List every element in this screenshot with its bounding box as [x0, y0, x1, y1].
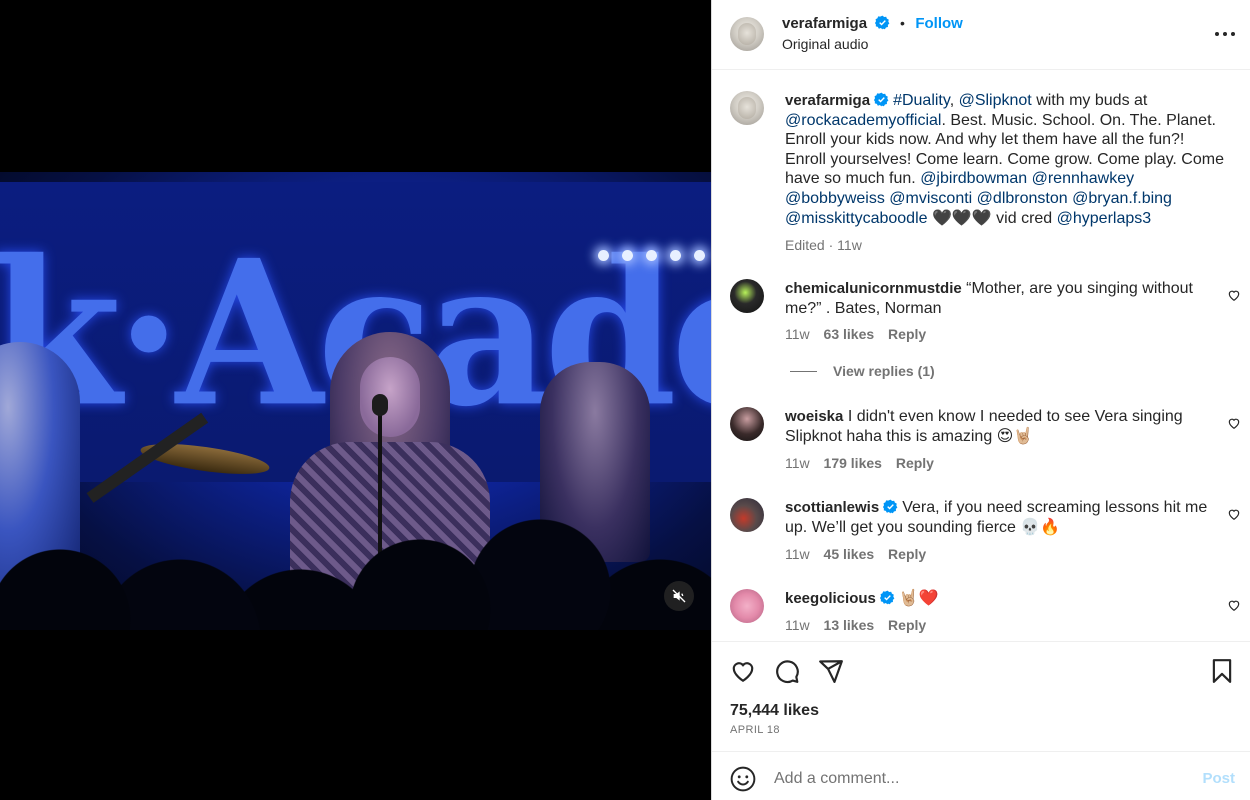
comment-input[interactable] [774, 766, 1194, 792]
comment-body: 🤘🏼❤️ [898, 590, 939, 607]
verified-badge-icon [879, 590, 895, 605]
caption-link[interactable]: @mvisconti [889, 190, 972, 207]
share-icon[interactable] [818, 658, 844, 684]
dot-separator: • [899, 15, 905, 31]
caption-link[interactable]: @misskittycaboodle [785, 210, 928, 227]
reply-button[interactable]: Reply [888, 617, 926, 633]
commenter-username[interactable]: scottianlewis [785, 499, 879, 516]
caption-link[interactable]: @bryan.f.bing [1072, 190, 1172, 207]
comment-icon[interactable] [774, 658, 800, 684]
post-header: verafarmiga • Follow Original audio [712, 0, 1250, 70]
replies-divider [790, 370, 817, 372]
comment-likes[interactable]: 13 likes [824, 617, 875, 633]
comment-likes[interactable]: 45 likes [824, 546, 875, 562]
comment-text: chemicalunicornmustdie “Mother, are you … [785, 279, 1225, 318]
caption-meta: Edited · 11w [785, 237, 862, 254]
caption-text-segment: 🖤🖤🖤 vid cred [927, 209, 1057, 227]
caption-text-segment: with my buds at [1031, 92, 1148, 109]
commenter-username[interactable]: chemicalunicornmustdie [785, 280, 962, 297]
commenter-avatar[interactable] [730, 589, 764, 623]
caption-time[interactable]: 11w [837, 237, 862, 253]
heart-icon[interactable] [730, 658, 756, 684]
video-player[interactable]: k·Acade [0, 172, 711, 630]
comment-body: I didn't even know I needed to see Vera … [785, 408, 1183, 445]
view-replies-label: View replies (1) [833, 363, 935, 379]
likes-count[interactable]: 75,444 likes [730, 702, 819, 720]
reply-button[interactable]: Reply [896, 455, 934, 471]
comment-text: scottianlewis Vera, if you need screaming… [785, 498, 1225, 537]
caption-link[interactable]: @dlbronston [977, 190, 1068, 207]
verified-badge-icon [874, 92, 889, 107]
emoji-icon[interactable] [730, 766, 756, 792]
view-replies-button[interactable]: View replies (1) [790, 363, 935, 379]
commenter-avatar[interactable] [730, 279, 764, 313]
comment-time[interactable]: 11w [785, 617, 810, 633]
post-date[interactable]: APRIL 18 [730, 724, 780, 736]
comment-meta: 11w 179 likes Reply [785, 455, 944, 471]
author-username[interactable]: verafarmiga [782, 15, 867, 32]
author-avatar[interactable] [730, 17, 764, 51]
comment-meta: 11w 63 likes Reply [785, 326, 936, 342]
caption-link[interactable]: @hyperlaps3 [1057, 210, 1152, 227]
reply-button[interactable]: Reply [888, 546, 926, 562]
bookmark-icon[interactable] [1209, 658, 1235, 684]
post-actions: 75,444 likes APRIL 18 [712, 641, 1250, 751]
caption-text-segment: , [949, 92, 959, 109]
author-info: verafarmiga • Follow Original audio [782, 15, 963, 52]
like-comment-icon[interactable] [1227, 288, 1241, 302]
crowd-silhouettes [0, 410, 711, 630]
commenter-username[interactable]: woeiska [785, 408, 843, 425]
comment-likes[interactable]: 63 likes [824, 326, 875, 342]
caption-username[interactable]: verafarmiga [785, 92, 870, 109]
comment-meta: 11w 13 likes Reply [785, 617, 936, 633]
stage-lights [598, 250, 711, 270]
follow-button[interactable]: Follow [915, 15, 963, 32]
caption-link[interactable]: @Slipknot [959, 92, 1032, 109]
caption-avatar[interactable] [730, 91, 764, 125]
caption-body: #Duality, @Slipknot with my buds at @roc… [785, 92, 1224, 227]
post-comment-button[interactable]: Post [1202, 770, 1235, 787]
like-comment-icon[interactable] [1227, 598, 1241, 612]
video-pane[interactable]: k·Acade [0, 0, 711, 800]
verified-badge-icon [883, 499, 898, 514]
mute-button[interactable] [664, 581, 694, 611]
verified-badge-icon [874, 15, 889, 30]
commenter-username[interactable]: keegolicious [785, 590, 876, 607]
comment-meta: 11w 45 likes Reply [785, 546, 936, 562]
caption-link[interactable]: @rockacademyofficial [785, 112, 941, 129]
caption-link[interactable]: @rennhawkey [1032, 170, 1135, 187]
like-comment-icon[interactable] [1227, 507, 1241, 521]
comment-text: keegolicious 🤘🏼❤️ [785, 589, 1225, 609]
comment-text: woeiska I didn't even know I needed to s… [785, 407, 1225, 446]
comment-time[interactable]: 11w [785, 326, 810, 342]
caption-link[interactable]: @bobbyweiss [785, 190, 885, 207]
caption-link[interactable]: @jbirdbowman [920, 170, 1027, 187]
caption: verafarmiga #Duality, @Slipknot with my b… [785, 91, 1225, 256]
comment-time[interactable]: 11w [785, 455, 810, 471]
muted-speaker-icon [672, 589, 686, 603]
like-comment-icon[interactable] [1227, 416, 1241, 430]
comment-likes[interactable]: 179 likes [824, 455, 882, 471]
add-comment-bar: Post [712, 751, 1250, 800]
caption-link[interactable]: #Duality [893, 92, 950, 109]
commenter-avatar[interactable] [730, 498, 764, 532]
comments-list[interactable]: verafarmiga #Duality, @Slipknot with my b… [712, 71, 1250, 641]
commenter-avatar[interactable] [730, 407, 764, 441]
audio-label[interactable]: Original audio [782, 36, 963, 52]
edited-label: Edited [785, 237, 825, 254]
reply-button[interactable]: Reply [888, 326, 926, 342]
comment-time[interactable]: 11w [785, 546, 810, 562]
post-details-panel: verafarmiga • Follow Original audio vera… [711, 0, 1250, 800]
more-options-icon[interactable] [1215, 26, 1235, 42]
